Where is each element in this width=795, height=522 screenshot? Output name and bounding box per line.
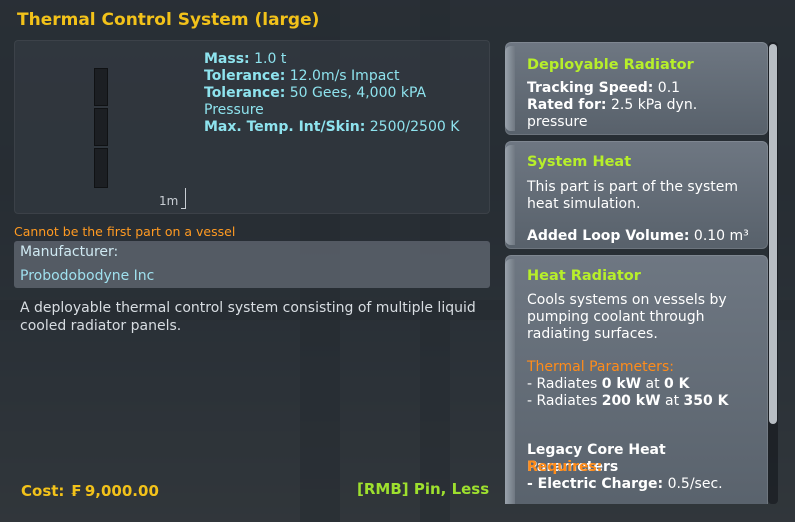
funds-icon: ₣ [70,482,81,500]
part-title: Thermal Control System (large) [17,10,320,30]
module-text: Tracking Speed: 0.1 Rated for: 2.5 kPa d… [527,80,698,130]
stat-max-temp: Max. Temp. Int/Skin: 2500/2500 K [204,119,460,135]
module-title: Deployable Radiator [527,57,694,73]
cost-label: Cost: [21,482,65,500]
placement-warning: Cannot be the first part on a vessel [14,224,236,239]
module-text: This part is part of the system heat sim… [527,179,738,212]
module-title: Heat Radiator [527,268,641,284]
part-description: A deployable thermal control system cons… [20,300,476,334]
module-deployable-radiator: Deployable Radiator Tracking Speed: 0.1 … [505,42,768,135]
cost-value: 9,000.00 [84,482,159,500]
scrollbar-thumb[interactable] [769,44,777,424]
module-list: Deployable Radiator Tracking Speed: 0.1 … [505,42,768,504]
stat-impact-tolerance: Tolerance: 12.0m/s Impact [204,68,400,84]
module-system-heat: System Heat This part is part of the sys… [505,141,768,249]
scale-label: 1m [159,194,179,208]
manufacturer-name: Probodobodyne Inc [20,268,155,284]
thermal-params-title: Thermal Parameters: [527,359,674,375]
manufacturer-panel: Manufacturer: Probodobodyne Inc [14,241,490,288]
stat-mass: Mass: 1.0 t [204,51,287,67]
manufacturer-label: Manufacturer: [20,244,119,260]
thermal-param-line: - Radiates 200 kW at 350 K [527,393,729,409]
part-model-icon [94,68,108,188]
part-tooltip: Thermal Control System (large) 1m Mass: … [0,0,795,522]
module-text: Cools systems on vessels by pumping cool… [527,292,727,342]
part-preview: 1m Mass: 1.0 t Tolerance: 12.0m/s Impact… [14,40,490,214]
requires-label: Requires: [527,459,603,475]
module-heat-radiator: Heat Radiator Cools systems on vessels b… [505,255,768,504]
pin-hint: [RMB] Pin, Less [357,480,490,498]
resource-requirement: - Electric Charge: 0.5/sec. [527,476,723,492]
module-scrollbar[interactable] [768,42,778,504]
cost-display: Cost: ₣ 9,000.00 [21,482,159,500]
module-title: System Heat [527,154,632,170]
part-stats: Mass: 1.0 t Tolerance: 12.0m/s Impact To… [204,51,474,136]
thermal-param-line: - Radiates 0 kW at 0 K [527,376,690,392]
stat-gee-tolerance: Tolerance: 50 Gees, 4,000 kPA Pressure [204,85,427,118]
module-loop-volume: Added Loop Volume: 0.10 m³ [527,228,749,244]
scale-bar [181,188,186,209]
